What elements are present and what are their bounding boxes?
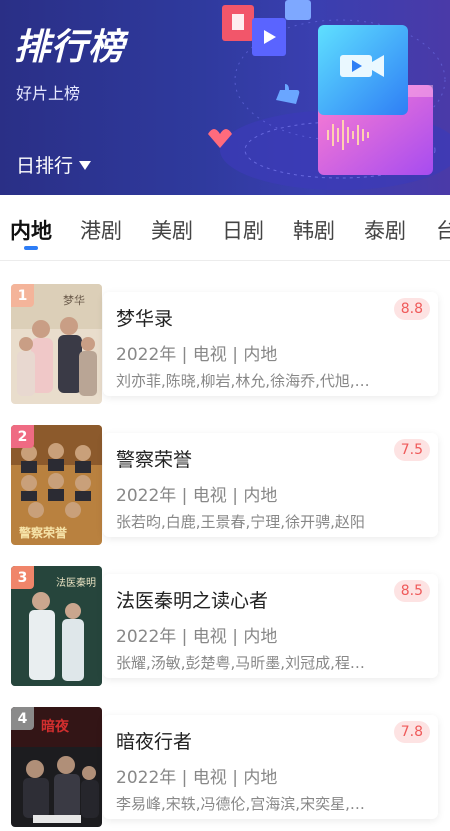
score-badge: 8.5 xyxy=(393,580,430,602)
tab-korea[interactable]: 韩剧 xyxy=(293,215,335,245)
drama-card[interactable]: 警察荣誉 2022年 | 电视 | 内地 张若昀,白鹿,王景春,宁理,徐开骋,赵… xyxy=(103,433,438,537)
drama-meta: 2022年 | 电视 | 内地 xyxy=(116,345,278,365)
poster-image: 警察荣誉 2 xyxy=(11,425,102,545)
region-tab-bar: 内地 港剧 美剧 日剧 韩剧 泰剧 台 xyxy=(0,195,450,261)
drama-cast: 刘亦菲,陈晓,柳岩,林允,徐海乔,代旭,… xyxy=(116,372,370,390)
drama-cast: 张耀,汤敏,彭楚粤,马昕墨,刘冠成,程… xyxy=(116,654,365,672)
drama-meta: 2022年 | 电视 | 内地 xyxy=(116,627,278,647)
poster-image: 法医秦明 3 xyxy=(11,566,102,686)
list-item[interactable]: 暗夜 4 暗夜行者 2022年 | 电视 | 内地 李易峰,宋轶,冯德伦,宫海滨… xyxy=(0,707,450,831)
list-item[interactable]: 梦华 1 梦华录 2022年 | 电视 | 内地 刘亦菲,陈晓,柳岩,林允,徐海… xyxy=(0,284,450,424)
tab-japan[interactable]: 日剧 xyxy=(222,215,264,245)
svg-text:梦华: 梦华 xyxy=(63,293,85,307)
svg-text:法医秦明: 法医秦明 xyxy=(56,576,96,589)
poster-image: 梦华 1 xyxy=(11,284,102,404)
drama-title: 暗夜行者 xyxy=(116,731,193,753)
poster-image: 暗夜 4 xyxy=(11,707,102,827)
drama-title: 梦华录 xyxy=(116,308,174,330)
header-banner: 排行榜 好片上榜 日排行 xyxy=(0,0,450,195)
drama-card[interactable]: 暗夜行者 2022年 | 电视 | 内地 李易峰,宋轶,冯德伦,宫海滨,宋奕星,… xyxy=(103,715,438,819)
page-subtitle: 好片上榜 xyxy=(16,84,81,103)
svg-text:警察荣誉: 警察荣誉 xyxy=(18,525,68,540)
drama-title: 法医秦明之读心者 xyxy=(116,590,269,612)
drama-meta: 2022年 | 电视 | 内地 xyxy=(116,486,278,506)
rank-badge: 4 xyxy=(11,707,34,730)
drama-meta: 2022年 | 电视 | 内地 xyxy=(116,768,278,788)
drama-cast: 张若昀,白鹿,王景春,宁理,徐开骋,赵阳 xyxy=(116,513,365,531)
drama-card[interactable]: 法医秦明之读心者 2022年 | 电视 | 内地 张耀,汤敏,彭楚粤,马昕墨,刘… xyxy=(103,574,438,678)
drama-title: 警察荣誉 xyxy=(116,449,193,471)
caret-down-icon xyxy=(79,161,92,170)
drama-cast: 李易峰,宋轶,冯德伦,宫海滨,宋奕星,… xyxy=(116,795,365,813)
tab-taiwan[interactable]: 台 xyxy=(436,215,450,245)
score-badge: 8.8 xyxy=(393,298,430,320)
drama-card[interactable]: 梦华录 2022年 | 电视 | 内地 刘亦菲,陈晓,柳岩,林允,徐海乔,代旭,… xyxy=(103,292,438,396)
rank-badge: 3 xyxy=(11,566,34,589)
period-selector[interactable]: 日排行 xyxy=(16,151,92,178)
rank-badge: 1 xyxy=(11,284,34,307)
banner-illustration xyxy=(208,0,450,190)
active-tab-indicator xyxy=(24,246,38,250)
tab-us[interactable]: 美剧 xyxy=(151,215,193,245)
tab-thailand[interactable]: 泰剧 xyxy=(364,215,406,245)
svg-text:暗夜: 暗夜 xyxy=(41,718,70,735)
period-label: 日排行 xyxy=(16,155,74,177)
page-title: 排行榜 xyxy=(14,27,126,68)
list-item[interactable]: 法医秦明 3 法医秦明之读心者 2022年 | 电视 | 内地 张耀,汤敏,彭楚… xyxy=(0,566,450,706)
score-badge: 7.8 xyxy=(393,721,430,743)
tab-mainland[interactable]: 内地 xyxy=(10,215,52,245)
rank-badge: 2 xyxy=(11,425,34,448)
tab-hongkong[interactable]: 港剧 xyxy=(80,215,122,245)
score-badge: 7.5 xyxy=(393,439,430,461)
ranking-list: 梦华 1 梦华录 2022年 | 电视 | 内地 刘亦菲,陈晓,柳岩,林允,徐海… xyxy=(0,261,450,831)
list-item[interactable]: 警察荣誉 2 警察荣誉 2022年 | 电视 | 内地 张若昀,白鹿,王景春,宁… xyxy=(0,425,450,565)
